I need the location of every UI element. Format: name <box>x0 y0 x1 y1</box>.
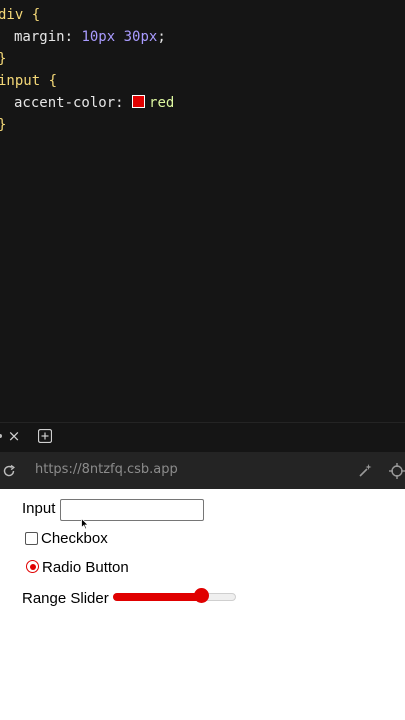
browser-address-bar: https://8ntzfq.csb.app <box>0 452 405 489</box>
code-line-2: margin: 10px 30px; <box>14 26 166 48</box>
semicolon: ; <box>157 29 166 45</box>
range-slider-fill <box>113 593 202 601</box>
colon: : <box>64 29 82 45</box>
checkbox-label[interactable]: Checkbox <box>41 530 108 547</box>
reload-icon[interactable] <box>2 463 16 477</box>
crosshair-icon[interactable] <box>389 463 405 479</box>
open-brace: { <box>23 7 41 23</box>
preview-page: Input Checkbox Radio Button Range Slider <box>0 489 405 720</box>
input-label: Input <box>22 500 56 517</box>
radio-selected-dot <box>29 563 36 570</box>
close-brace: } <box>0 117 6 133</box>
code-line-4: input { <box>0 70 57 92</box>
range-slider-thumb[interactable] <box>194 588 209 603</box>
add-tab-icon[interactable] <box>37 428 53 444</box>
tab-indicator <box>0 434 2 438</box>
color-swatch[interactable] <box>132 95 146 108</box>
checkbox[interactable] <box>25 532 38 545</box>
css-property-accent-color: accent-color <box>14 95 116 111</box>
code-line-5: accent-color: red <box>14 92 174 114</box>
close-brace: } <box>0 51 6 67</box>
code-editor[interactable]: div { margin: 10px 30px; } input { accen… <box>0 0 405 422</box>
css-property-margin: margin <box>14 29 65 45</box>
code-line-6: } <box>0 114 6 136</box>
close-icon[interactable]: × <box>6 428 22 444</box>
url-field[interactable]: https://8ntzfq.csb.app <box>35 462 178 477</box>
css-value-red: red <box>149 95 175 111</box>
code-line-1: div { <box>0 4 40 26</box>
radio-label[interactable]: Radio Button <box>42 559 129 576</box>
range-label: Range Slider <box>22 590 109 607</box>
code-line-3: } <box>0 48 6 70</box>
css-value-1: 10px <box>81 29 116 45</box>
preview-tab-bar: × <box>0 422 405 453</box>
magic-wand-icon[interactable] <box>358 463 373 478</box>
open-brace: { <box>40 73 58 89</box>
colon: : <box>115 95 133 111</box>
css-selector-div: div <box>0 7 24 23</box>
mouse-cursor-icon <box>81 517 89 530</box>
css-value-2: 30px <box>123 29 158 45</box>
css-selector-input: input <box>0 73 41 89</box>
radio-button[interactable] <box>26 560 39 573</box>
